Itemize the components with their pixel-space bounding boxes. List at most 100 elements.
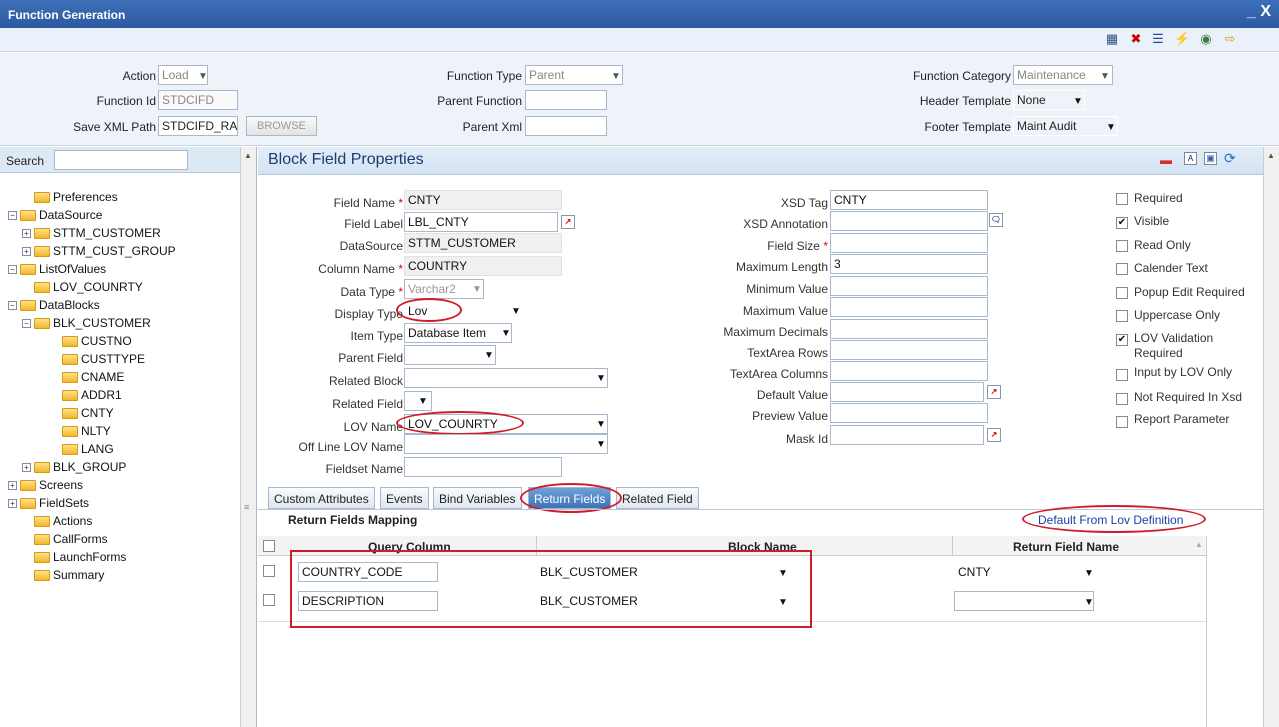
sidebar-scrollbar[interactable]: ▲ ≡ [240,147,256,727]
deploy-icon[interactable]: ◉ [1198,31,1214,47]
maximum-value-field[interactable] [830,297,988,317]
function-id-field[interactable]: STDCIFD [158,90,238,110]
parent-xml-field[interactable] [525,116,607,136]
generate-icon[interactable]: ⚡ [1174,31,1190,47]
tab-bind-variables[interactable]: Bind Variables [433,487,522,509]
preview-icon[interactable]: ▣ [1204,152,1217,165]
tree-item-summary[interactable]: Summary [34,568,104,582]
edit-default-icon[interactable]: ↗ [987,385,1001,399]
tree-item-sttm-cust-group[interactable]: + STTM_CUST_GROUP [22,244,176,258]
tree-item-fieldsets[interactable]: + FieldSets [8,496,89,510]
tab-events[interactable]: Events [380,487,429,509]
textarea-columns-field[interactable] [830,361,988,381]
tree-item-datablocks[interactable]: − DataBlocks [8,298,100,312]
item-type-select[interactable]: Database Item [404,323,512,343]
browse-button[interactable]: BROWSE [246,116,317,136]
offline-lov-name-select[interactable] [404,434,608,454]
select-all-checkbox[interactable] [263,540,275,552]
tree-item-screens[interactable]: + Screens [8,478,83,492]
collapse-icon[interactable]: − [22,319,31,329]
tree-item-callforms[interactable]: CallForms [34,532,108,546]
input-by-lov-only-checkbox[interactable] [1116,369,1128,381]
tree-item-nlty[interactable]: NLTY [62,424,111,438]
save-icon[interactable]: ▦ [1104,31,1120,47]
function-category-select[interactable]: Maintenance [1013,65,1113,85]
field-name-field[interactable]: CNTY [404,190,562,210]
search-input[interactable] [54,150,188,170]
collapse-icon[interactable]: − [8,211,17,221]
tree-item-lov-counrty[interactable]: LOV_COUNRTY [34,280,143,294]
xsd-annotation-field[interactable] [830,211,988,231]
fieldset-name-field[interactable] [404,457,562,477]
tab-custom-attributes[interactable]: Custom Attributes [268,487,375,509]
lov-validation-checkbox[interactable]: ✔ [1116,334,1128,346]
expand-icon[interactable]: + [8,481,17,491]
uppercase-only-checkbox[interactable] [1116,310,1128,322]
exit-icon[interactable]: ⇨ [1222,31,1238,47]
default-value-field[interactable] [830,382,984,402]
scroll-up-icon[interactable]: ▲ [244,151,252,160]
preview-value-field[interactable] [830,403,988,423]
row-checkbox[interactable] [263,594,275,606]
collapse-icon[interactable]: − [8,265,17,275]
scroll-up-icon[interactable]: ▲ [1267,151,1275,160]
tree-item-preferences[interactable]: Preferences [34,190,118,204]
datasource-field[interactable]: STTM_CUSTOMER [404,233,562,253]
tab-related-field[interactable]: Related Field [616,487,699,509]
edit-mask-icon[interactable]: ↗ [987,428,1001,442]
maximum-decimals-field[interactable] [830,319,988,339]
maximum-length-field[interactable]: 3 [830,254,988,274]
tree-item-custtype[interactable]: CUSTTYPE [62,352,145,366]
tree-item-launchforms[interactable]: LaunchForms [34,550,126,564]
minimum-value-field[interactable] [830,276,988,296]
popup-edit-required-checkbox[interactable] [1116,287,1128,299]
field-size-field[interactable] [830,233,988,253]
parent-function-field[interactable] [525,90,607,110]
tree-item-blk-customer[interactable]: − BLK_CUSTOMER [22,316,151,330]
column-name-field[interactable]: COUNTRY [404,256,562,276]
tree-item-cnty[interactable]: CNTY [62,406,114,420]
tree-item-cname[interactable]: CNAME [62,370,124,384]
edit-label-icon[interactable]: ↗ [561,215,575,229]
main-scrollbar[interactable]: ▲ [1263,147,1279,727]
expand-icon[interactable]: + [22,229,31,239]
required-checkbox[interactable] [1116,193,1128,205]
return-field-name-select[interactable] [954,591,1094,611]
refresh-icon[interactable]: ⟳ [1224,150,1236,167]
comment-icon[interactable]: 🗨 [989,213,1003,227]
tree-item-addr1[interactable]: ADDR1 [62,388,122,402]
save-xml-path-field[interactable]: STDCIFD_RAI [158,116,238,136]
field-label-field[interactable]: LBL_CNTY [404,212,558,232]
tree-item-actions[interactable]: Actions [34,514,92,528]
tree-item-listofvalues[interactable]: − ListOfValues [8,262,106,276]
visible-checkbox[interactable]: ✔ [1116,217,1128,229]
expand-icon[interactable]: + [22,463,31,473]
tree-item-datasource[interactable]: − DataSource [8,208,102,222]
return-field-name-select[interactable]: CNTY [954,562,1094,582]
field-list-icon[interactable]: A [1184,152,1197,165]
textarea-rows-field[interactable] [830,340,988,360]
tree-item-lang[interactable]: LANG [62,442,114,456]
expand-icon[interactable]: + [22,247,31,257]
report-parameter-checkbox[interactable] [1116,416,1128,428]
xsd-tag-field[interactable]: CNTY [830,190,988,210]
footer-template-select[interactable]: Maint Audit [1013,116,1118,136]
collapse-icon[interactable]: − [8,301,17,311]
read-only-checkbox[interactable] [1116,240,1128,252]
list-icon[interactable]: ☰ [1150,31,1166,47]
mask-id-field[interactable] [830,425,984,445]
delete-icon[interactable]: ✖ [1128,31,1144,47]
function-type-select[interactable]: Parent [525,65,623,85]
window-controls[interactable]: _ X [1247,3,1271,21]
parent-field-select[interactable] [404,345,496,365]
scroll-up-icon[interactable]: ▲ [1195,540,1203,549]
expand-icon[interactable]: + [8,499,17,509]
resize-handle-icon[interactable]: ≡ [244,502,249,512]
tree-item-sttm-customer[interactable]: + STTM_CUSTOMER [22,226,161,240]
calender-text-checkbox[interactable] [1116,263,1128,275]
tree-item-blk-group[interactable]: + BLK_GROUP [22,460,126,474]
related-block-select[interactable] [404,368,608,388]
not-required-in-xsd-checkbox[interactable] [1116,393,1128,405]
tree-item-custno[interactable]: CUSTNO [62,334,132,348]
row-checkbox[interactable] [263,565,275,577]
